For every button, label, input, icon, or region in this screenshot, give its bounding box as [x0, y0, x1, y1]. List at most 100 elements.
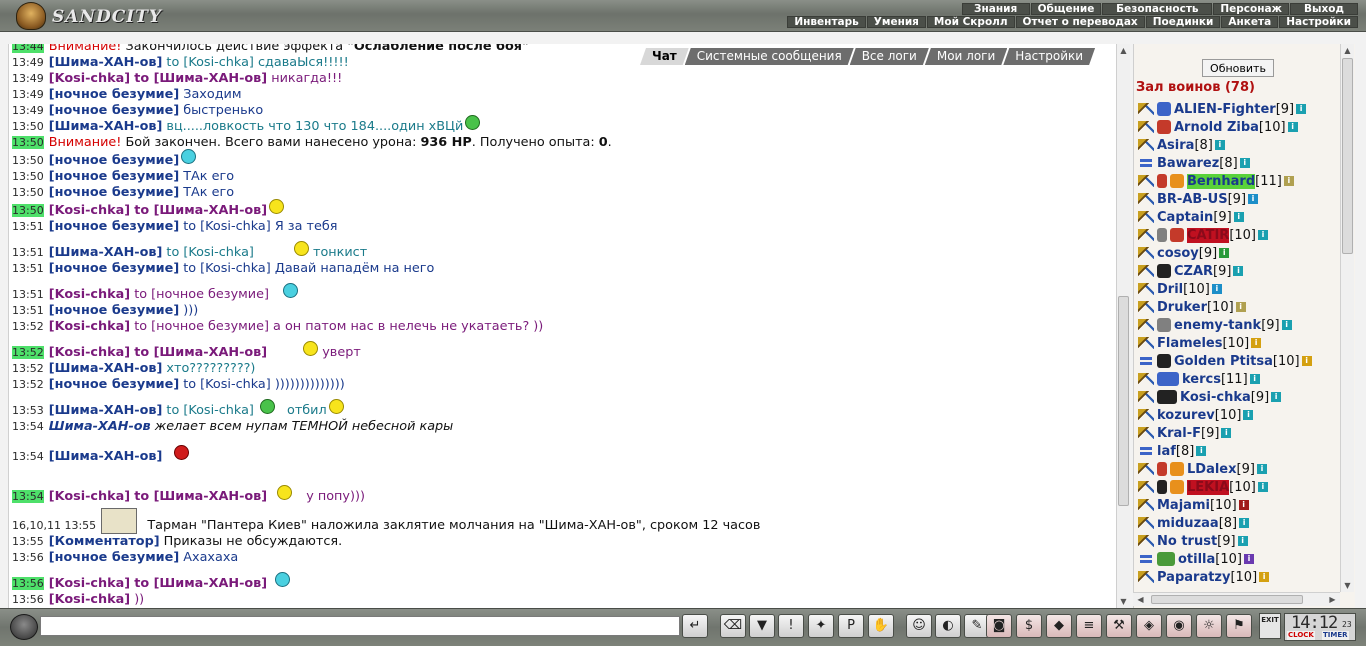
private-message-icon[interactable] — [1138, 427, 1154, 439]
info-icon[interactable]: i — [1239, 518, 1250, 528]
smiley-picker-icon[interactable]: ☺ — [906, 614, 932, 638]
treasure-icon[interactable]: ◆ — [1046, 614, 1072, 638]
tab-chat[interactable]: Чат — [640, 48, 689, 65]
message-nick[interactable]: [ночное безумие] — [49, 550, 179, 565]
chat-scrollbar[interactable]: ▲ ▼ — [1116, 44, 1130, 608]
user-name[interactable]: Arnold Ziba — [1174, 120, 1259, 135]
message-recipient[interactable]: to [Kosi-chka] — [183, 219, 271, 234]
timer-mode-button[interactable]: TIMER — [1322, 631, 1349, 640]
menu-inventory[interactable]: Инвентарь — [787, 16, 866, 28]
scroll-icon[interactable]: ≡ — [1076, 614, 1102, 638]
message-recipient[interactable]: to [ночное безумие] — [134, 287, 269, 302]
private-message-icon[interactable] — [1138, 535, 1154, 547]
message-nick[interactable]: [Kosi-chka] — [49, 345, 130, 360]
private-message-icon[interactable] — [1138, 373, 1154, 385]
menu-profile[interactable]: Анкета — [1221, 16, 1279, 28]
message-recipient[interactable]: to [ночное безумие] — [134, 319, 269, 334]
exit-button[interactable]: EXIT — [1259, 613, 1281, 639]
chat-input[interactable] — [40, 616, 680, 636]
user-name[interactable]: LDalex — [1187, 462, 1237, 477]
message-nick[interactable]: [Шима-ХАН-ов] — [49, 449, 163, 464]
menu-security[interactable]: Безопасность — [1102, 3, 1213, 15]
chat-mode-icon[interactable] — [10, 614, 38, 640]
private-message-icon[interactable] — [1138, 571, 1154, 583]
scroll-up-icon[interactable]: ▲ — [1118, 45, 1129, 56]
private-message-icon[interactable] — [1138, 517, 1154, 529]
info-icon[interactable]: i — [1239, 158, 1250, 168]
info-icon[interactable]: i — [1219, 248, 1230, 258]
message-nick[interactable]: [ночное безумие] — [49, 169, 179, 184]
private-message-icon[interactable] — [1138, 409, 1154, 421]
private-message-icon[interactable] — [1138, 175, 1154, 187]
menu-skills[interactable]: Умения — [866, 16, 926, 28]
user-name[interactable]: Flameles — [1157, 336, 1222, 351]
user-name[interactable]: Kosi-chka — [1180, 390, 1251, 405]
private-message-icon[interactable] — [1138, 103, 1154, 115]
info-icon[interactable]: i — [1196, 446, 1207, 456]
message-recipient[interactable]: to [Шима-ХАН-ов] — [134, 576, 267, 591]
private-message-icon[interactable] — [1138, 301, 1154, 313]
message-nick[interactable]: [Шима-ХАН-ов] — [49, 245, 163, 260]
private-message-icon[interactable] — [1138, 229, 1154, 241]
info-icon[interactable]: i — [1249, 374, 1260, 384]
private-message-icon[interactable] — [1138, 211, 1154, 223]
message-recipient[interactable]: to [Kosi-chka] — [166, 55, 254, 70]
info-icon[interactable]: i — [1233, 266, 1244, 276]
clock-mode-button[interactable]: CLOCK — [1287, 631, 1315, 640]
private-message-icon[interactable] — [1138, 553, 1154, 565]
menu-exit[interactable]: Выход — [1290, 3, 1358, 15]
user-name[interactable]: kercs — [1182, 372, 1221, 387]
user-name[interactable]: Majami — [1157, 498, 1210, 513]
alert-icon[interactable]: ! — [778, 614, 804, 638]
private-message-icon[interactable] — [1138, 499, 1154, 511]
message-nick[interactable]: [ночное безумие] — [49, 153, 179, 168]
message-nick[interactable]: [Шима-ХАН-ов] — [49, 55, 163, 70]
message-recipient[interactable]: to [Kosi-chka] — [166, 245, 254, 260]
message-nick[interactable]: [Шима-ХАН-ов] — [49, 403, 163, 418]
message-nick[interactable]: [ночное безумие] — [49, 87, 179, 102]
user-name[interactable]: ALIEN-Fighter — [1174, 102, 1276, 117]
private-message-icon[interactable] — [1138, 337, 1154, 349]
message-recipient[interactable]: to [Kosi-chka] — [183, 377, 271, 392]
user-name[interactable]: Asira — [1157, 138, 1194, 153]
user-name[interactable]: Captain — [1157, 210, 1213, 225]
private-message-icon[interactable] — [1138, 283, 1154, 295]
message-nick[interactable]: [ночное безумие] — [49, 103, 179, 118]
message-nick[interactable]: [Kosi-chka] — [49, 287, 130, 302]
info-icon[interactable]: i — [1248, 194, 1259, 204]
private-message-icon[interactable] — [1138, 319, 1154, 331]
private-message-icon[interactable] — [1138, 265, 1154, 277]
user-name[interactable]: otilla — [1178, 552, 1215, 567]
info-icon[interactable]: i — [1251, 338, 1262, 348]
private-message-icon[interactable] — [1138, 193, 1154, 205]
hammer-icon[interactable]: ⚒ — [1106, 614, 1132, 638]
translit-icon[interactable]: P — [838, 614, 864, 638]
message-nick[interactable]: [Kosi-chka] — [49, 319, 130, 334]
message-nick[interactable]: [Kosi-chka] — [49, 592, 130, 607]
info-icon[interactable]: i — [1221, 428, 1232, 438]
hand-icon[interactable]: ✋ — [868, 614, 894, 638]
user-name[interactable]: Kral-F — [1157, 426, 1201, 441]
tab-system-messages[interactable]: Системные сообщения — [685, 48, 854, 65]
eraser-icon[interactable]: ⌫ — [720, 614, 746, 638]
user-name[interactable]: Druker — [1157, 300, 1207, 315]
refresh-button[interactable]: Обновить — [1202, 59, 1274, 77]
message-nick[interactable]: [Kosi-chka] — [49, 203, 130, 218]
user-name[interactable]: LEKIA — [1187, 479, 1230, 495]
menu-settings[interactable]: Настройки — [1279, 16, 1358, 28]
scroll-left-icon[interactable]: ◀ — [1135, 594, 1146, 605]
info-icon[interactable]: i — [1287, 122, 1298, 132]
user-name[interactable]: CZAR — [1174, 264, 1213, 279]
tab-all-logs[interactable]: Все логи — [850, 48, 929, 65]
message-nick[interactable]: Шима-ХАН-ов — [49, 419, 151, 434]
user-name[interactable]: miduzaa — [1157, 516, 1219, 531]
bag-icon[interactable]: ◉ — [1166, 614, 1192, 638]
money-bag-icon[interactable]: $ — [1016, 614, 1042, 638]
message-nick[interactable]: [ночное безумие] — [49, 185, 179, 200]
info-icon[interactable]: i — [1257, 482, 1268, 492]
menu-communication[interactable]: Общение — [1030, 3, 1102, 15]
info-icon[interactable]: i — [1233, 212, 1244, 222]
user-name[interactable]: Golden Ptitsa — [1174, 354, 1273, 369]
message-nick[interactable]: [ночное безумие] — [49, 377, 179, 392]
menu-knowledge[interactable]: Знания — [961, 3, 1030, 15]
